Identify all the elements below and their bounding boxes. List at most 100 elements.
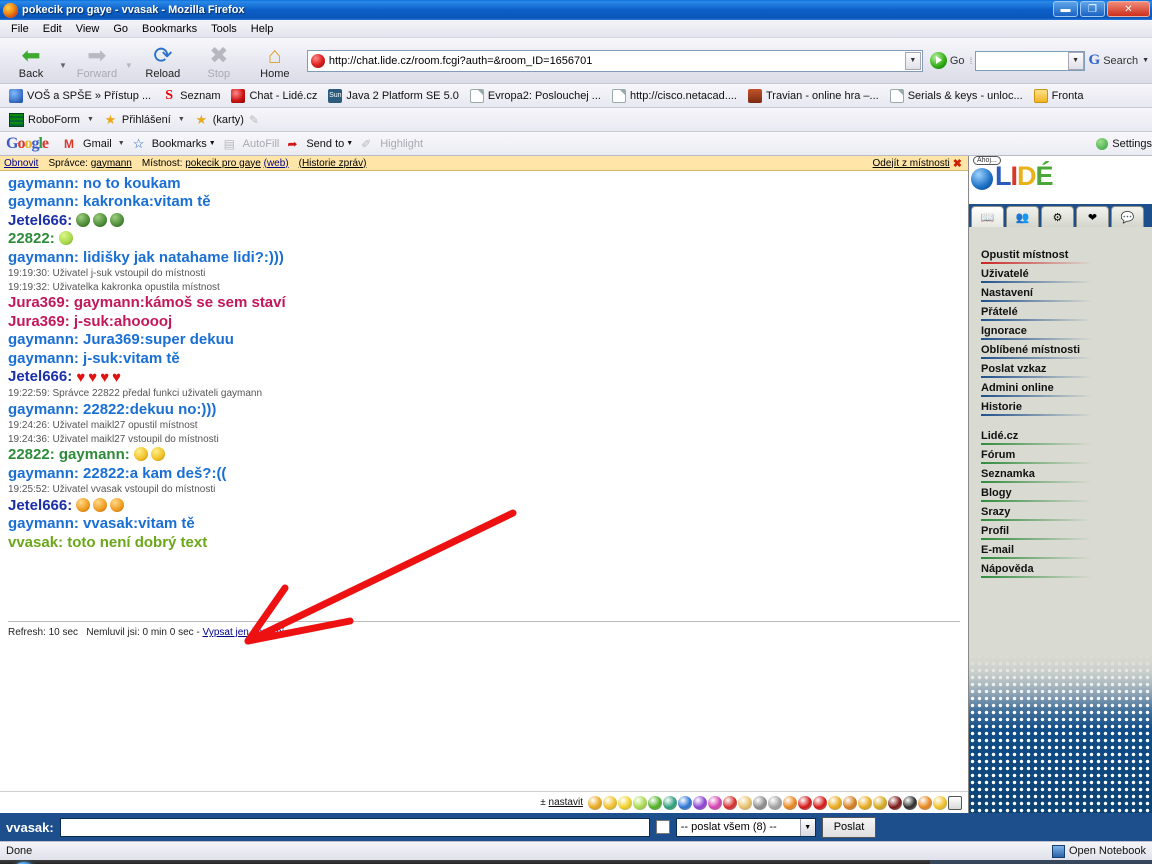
emoticon-button[interactable] xyxy=(783,795,797,810)
menu-item-go[interactable]: Go xyxy=(106,22,135,36)
roboform-cards-button[interactable]: ★ (karty) xyxy=(191,112,247,127)
sidebar-item-poslat-vzkaz[interactable]: Poslat vzkaz xyxy=(981,363,1091,378)
chat-nick[interactable]: gaymann xyxy=(8,350,74,367)
chat-nick[interactable]: gaymann xyxy=(8,331,74,348)
menu-item-file[interactable]: File xyxy=(4,22,36,36)
bookmark-cisco[interactable]: http://cisco.netacad.... xyxy=(608,88,741,103)
room-web-link[interactable]: (web) xyxy=(264,158,289,169)
chat-nick[interactable]: 22822 xyxy=(8,446,50,463)
leave-room-link[interactable]: Odejít z místnosti ✖ xyxy=(873,157,962,170)
send-button[interactable]: Poslat xyxy=(821,816,877,838)
chat-nick[interactable]: gaymann xyxy=(8,515,74,532)
search-dropdown-icon[interactable]: ▼ xyxy=(1067,51,1084,70)
address-dropdown-icon[interactable]: ▼ xyxy=(904,51,921,70)
home-button[interactable]: ⌂ Home xyxy=(247,42,303,80)
address-bar-value[interactable]: http://chat.lide.cz/room.fcgi?auth=&room… xyxy=(329,55,905,67)
refresh-link[interactable]: Obnovit xyxy=(4,158,38,169)
close-button[interactable]: ✕ xyxy=(1107,1,1150,17)
toolbar-gripper[interactable]: ⁞ xyxy=(968,51,975,71)
bookmark-folder-fronta[interactable]: Fronta xyxy=(1030,88,1088,103)
emoticon-button[interactable] xyxy=(723,795,737,810)
whisper-checkbox[interactable] xyxy=(655,820,670,834)
bookmark-serials[interactable]: Serials & keys - unloc... xyxy=(886,88,1027,103)
sidebar-link-blogy[interactable]: Blogy xyxy=(981,487,1091,502)
chat-nick[interactable]: gaymann xyxy=(8,193,74,210)
autofill-button[interactable]: ▤ AutoFill xyxy=(220,137,284,151)
bookmark-evropa2[interactable]: Evropa2: Poslouchej ... xyxy=(466,88,605,103)
back-button[interactable]: ⬅ Back xyxy=(3,42,59,80)
menu-item-help[interactable]: Help xyxy=(244,22,281,36)
menu-item-tools[interactable]: Tools xyxy=(204,22,244,36)
chat-nick[interactable]: Jetel666 xyxy=(8,212,67,229)
chat-nick[interactable]: Jetel666 xyxy=(8,368,67,385)
whisper-filter-link[interactable]: Vypsat jen šeptání xyxy=(203,627,285,638)
chat-nick[interactable]: Jetel666 xyxy=(8,497,67,514)
back-dropdown-icon[interactable]: ▼ xyxy=(59,61,69,70)
sidebar-link-e-mail[interactable]: E-mail xyxy=(981,544,1091,559)
search-caret-icon[interactable]: ▼ xyxy=(1142,57,1149,64)
open-notebook-button[interactable]: Open Notebook xyxy=(1051,844,1146,858)
emoticon-button[interactable] xyxy=(798,795,812,810)
chat-nick[interactable]: Jura369 xyxy=(8,313,65,330)
sidebar-item-u-ivatel[interactable]: Uživatelé xyxy=(981,268,1091,283)
chat-nick[interactable]: Jura369 xyxy=(8,294,65,311)
emoticon-button[interactable] xyxy=(693,795,707,810)
emoticon-button[interactable] xyxy=(618,795,632,810)
tab-favorites[interactable]: ❤ xyxy=(1076,206,1109,227)
sidebar-link-srazy[interactable]: Srazy xyxy=(981,506,1091,521)
gmail-button[interactable]: M Gmail xyxy=(60,137,116,151)
sidebar-item-nastaven[interactable]: Nastavení xyxy=(981,287,1091,302)
maximize-button[interactable]: ❐ xyxy=(1080,1,1105,17)
emoji-settings-link[interactable]: ± nastavit xyxy=(540,797,583,808)
pencil-icon[interactable]: ✎ xyxy=(249,113,259,127)
google-search-button[interactable]: G Search ▼ xyxy=(1089,52,1149,69)
emoticon-button[interactable] xyxy=(918,795,932,810)
tab-rooms[interactable]: 📖 xyxy=(971,206,1004,227)
emoticon-button[interactable] xyxy=(708,795,722,810)
recipient-select[interactable]: -- poslat všem (8) -- ▼ xyxy=(675,817,816,837)
bookmark-vos[interactable]: VOŠ a SPŠE » Přístup ... xyxy=(5,88,155,103)
emoticon-button[interactable] xyxy=(873,795,887,810)
sidebar-item-admini-online[interactable]: Admini online xyxy=(981,382,1091,397)
emoticon-button[interactable] xyxy=(828,795,842,810)
chat-nick[interactable]: vvasak xyxy=(8,534,58,551)
roboform-login-button[interactable]: ★ Přihlášení xyxy=(100,112,174,127)
sidebar-link-n-pov-da[interactable]: Nápověda xyxy=(981,563,1091,578)
sendto-button[interactable]: ➦ Send to ▼ xyxy=(283,137,357,151)
highlight-button[interactable]: ✐ Highlight xyxy=(357,137,427,151)
chevron-down-icon[interactable]: ▼ xyxy=(346,140,353,147)
bookmark-travian[interactable]: Travian - online hra –... xyxy=(744,88,883,103)
sidebar-item-obl-ben-m-stnosti[interactable]: Oblíbené místnosti xyxy=(981,344,1091,359)
sidebar-item-ignorace[interactable]: Ignorace xyxy=(981,325,1091,340)
tab-users[interactable]: 👥 xyxy=(1006,206,1039,227)
roboform-login-caret-icon[interactable]: ▼ xyxy=(178,116,185,123)
emoticon-button[interactable] xyxy=(813,795,827,810)
chat-nick[interactable]: gaymann xyxy=(8,401,74,418)
message-input[interactable] xyxy=(59,817,650,837)
bookmark-chat-lide[interactable]: Chat - Lidé.cz xyxy=(227,88,321,103)
chat-nick[interactable]: gaymann xyxy=(8,465,74,482)
emoticon-button[interactable] xyxy=(648,795,662,810)
sidebar-item-historie[interactable]: Historie xyxy=(981,401,1091,416)
emoticon-button[interactable] xyxy=(588,795,602,810)
sidebar-link-profil[interactable]: Profil xyxy=(981,525,1091,540)
search-input[interactable]: ▼ xyxy=(974,50,1085,71)
chevron-down-icon[interactable]: ▼ xyxy=(209,140,216,147)
bookmark-java[interactable]: Sun Java 2 Platform SE 5.0 xyxy=(324,88,463,103)
go-button[interactable]: Go xyxy=(929,52,965,69)
admin-name[interactable]: gaymann xyxy=(91,158,132,169)
history-link[interactable]: (Historie zpráv) xyxy=(299,158,367,169)
bookmark-seznam[interactable]: S Seznam xyxy=(158,88,224,103)
sidebar-item-p-tel[interactable]: Přátelé xyxy=(981,306,1091,321)
roboform-caret-icon[interactable]: ▼ xyxy=(87,116,94,123)
google-settings-button[interactable]: Settings xyxy=(1096,137,1152,150)
emoticon-button[interactable] xyxy=(738,795,752,810)
chat-nick[interactable]: gaymann xyxy=(8,175,74,192)
emoticon-button[interactable] xyxy=(603,795,617,810)
sidebar-link-seznamka[interactable]: Seznamka xyxy=(981,468,1091,483)
emoticon-button[interactable] xyxy=(888,795,902,810)
emoticon-button[interactable] xyxy=(858,795,872,810)
tab-help[interactable]: 💬 xyxy=(1111,206,1144,227)
gmail-caret-icon[interactable]: ▼ xyxy=(118,140,125,147)
sidebar-item-opustit-m-stnost[interactable]: Opustit místnost xyxy=(981,249,1091,264)
